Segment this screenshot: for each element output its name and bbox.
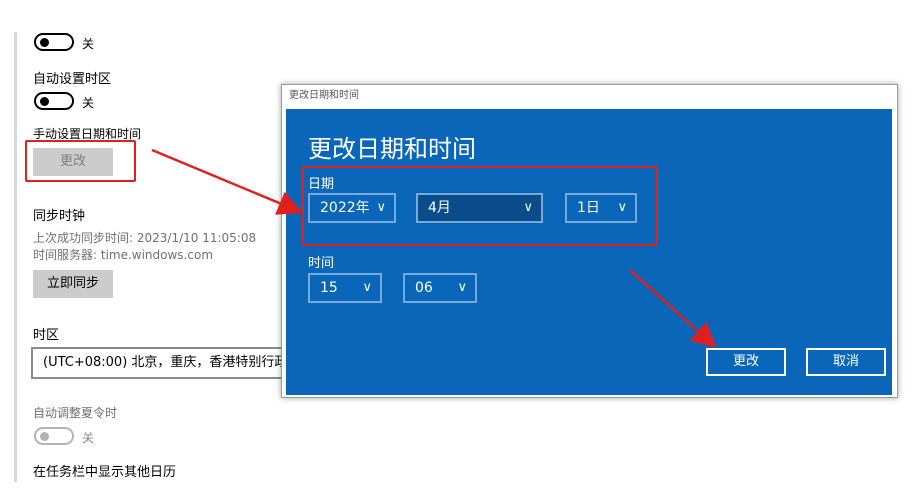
arrow-to-change-button [629, 269, 717, 349]
annotation-arrows [151, 148, 717, 349]
arrow-to-date-box [151, 148, 303, 215]
